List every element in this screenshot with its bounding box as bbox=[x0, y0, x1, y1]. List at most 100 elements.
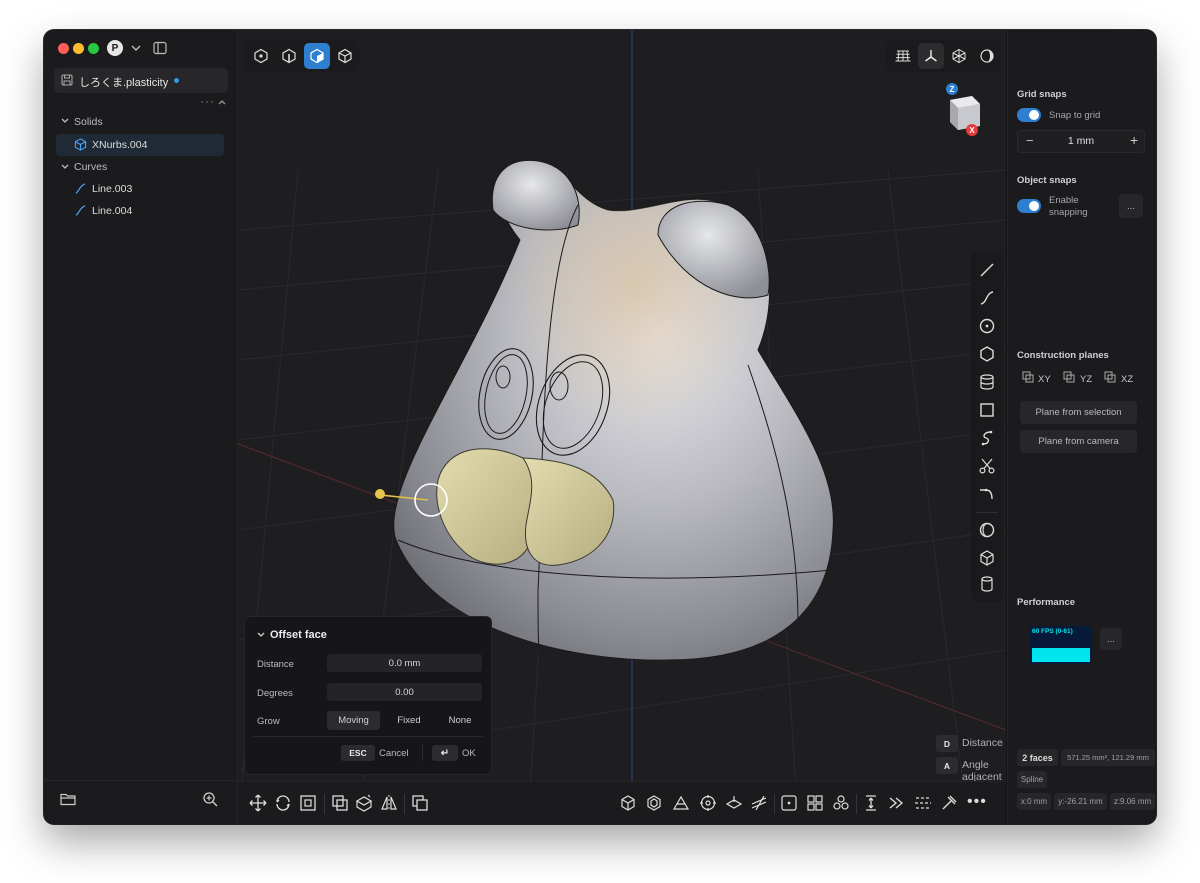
degrees-input[interactable]: 0.00 bbox=[327, 683, 482, 701]
fps-bar bbox=[1032, 648, 1090, 662]
performance-heading: Performance bbox=[1017, 597, 1076, 608]
polygon-tool-icon[interactable] bbox=[977, 344, 997, 364]
outliner-item-solid[interactable]: XNurbs.004 bbox=[56, 134, 224, 156]
folder-icon[interactable] bbox=[60, 792, 76, 806]
cylinder-solid-icon[interactable] bbox=[977, 574, 997, 594]
grow-label: Grow bbox=[257, 716, 280, 727]
fillet-curve-icon[interactable] bbox=[977, 484, 997, 504]
sphere-tool-icon[interactable] bbox=[977, 520, 997, 540]
duplicate-icon[interactable] bbox=[330, 793, 350, 813]
grow-fixed-option[interactable]: Fixed bbox=[384, 711, 434, 730]
performance-options-button[interactable]: ... bbox=[1100, 628, 1122, 650]
plane-xy-label[interactable]: XY bbox=[1038, 374, 1051, 385]
close-window-button[interactable] bbox=[58, 43, 69, 54]
plane-xz-label[interactable]: XZ bbox=[1121, 374, 1133, 385]
curve-tool-icon[interactable] bbox=[977, 288, 997, 308]
more-tools-icon[interactable]: ••• bbox=[967, 793, 987, 811]
revolve-icon[interactable] bbox=[698, 793, 718, 813]
grid-snaps-heading: Grid snaps bbox=[1017, 89, 1067, 100]
face-select-button[interactable] bbox=[304, 43, 330, 69]
measure-distance-icon[interactable] bbox=[861, 793, 881, 813]
spiral-curve-tool-icon[interactable] bbox=[977, 428, 997, 448]
move-icon[interactable] bbox=[248, 793, 268, 813]
viewcube-x-axis-label[interactable]: X bbox=[966, 124, 978, 136]
offset-face-icon[interactable] bbox=[724, 793, 744, 813]
divider bbox=[404, 794, 405, 814]
axes-toggle-button[interactable] bbox=[918, 43, 944, 69]
chevron-down-icon[interactable] bbox=[256, 631, 266, 639]
plane-from-camera-button[interactable]: Plane from camera bbox=[1020, 430, 1137, 453]
unsaved-dot-icon bbox=[174, 78, 179, 83]
curves-section-label[interactable]: Curves bbox=[74, 161, 107, 173]
fillet-edge-icon[interactable] bbox=[749, 793, 769, 813]
cube-outline-icon[interactable] bbox=[618, 793, 638, 813]
chevron-down-icon[interactable] bbox=[60, 163, 70, 171]
plane-yz-label[interactable]: YZ bbox=[1080, 374, 1092, 385]
scissors-icon[interactable] bbox=[977, 456, 997, 476]
grow-moving-option[interactable]: Moving bbox=[327, 711, 380, 730]
array-grid-icon[interactable] bbox=[805, 793, 825, 813]
enter-key[interactable]: ↵ bbox=[432, 745, 458, 761]
line-tool-icon[interactable] bbox=[977, 260, 997, 280]
enable-snapping-label: Enable snapping bbox=[1049, 195, 1088, 218]
collapse-up-icon[interactable] bbox=[217, 98, 227, 106]
chevrons-right-icon[interactable] bbox=[887, 793, 907, 813]
grow-none-option[interactable]: None bbox=[436, 711, 484, 730]
minimize-window-button[interactable] bbox=[73, 43, 84, 54]
viewcube-z-axis-label[interactable]: Z bbox=[946, 83, 958, 95]
grid-size-input[interactable]: 1 mm bbox=[1018, 135, 1144, 147]
solid-select-button[interactable] bbox=[332, 43, 358, 69]
xray-toggle-button[interactable] bbox=[946, 43, 972, 69]
split-icon[interactable] bbox=[913, 793, 933, 813]
enable-snapping-toggle[interactable] bbox=[1017, 199, 1041, 213]
circle-tool-icon[interactable] bbox=[977, 316, 997, 336]
cylinder-tool-icon[interactable] bbox=[977, 372, 997, 392]
profile-avatar[interactable]: P bbox=[107, 40, 123, 56]
rotate-icon[interactable] bbox=[273, 793, 293, 813]
select-box-icon[interactable] bbox=[779, 793, 799, 813]
app-window: P しろくま.plasticity ··· Solids XNurbs.004 … bbox=[44, 30, 1156, 824]
radial-array-icon[interactable] bbox=[831, 793, 851, 813]
rectangle-tool-icon[interactable] bbox=[977, 400, 997, 420]
scale-icon[interactable] bbox=[298, 793, 318, 813]
esc-key[interactable]: ESC bbox=[341, 745, 375, 761]
plane-from-selection-button[interactable]: Plane from selection bbox=[1020, 401, 1137, 424]
edge-select-button[interactable] bbox=[276, 43, 302, 69]
outliner-sidebar: P しろくま.plasticity ··· Solids XNurbs.004 … bbox=[44, 30, 238, 824]
bottom-toolbar: ••• bbox=[238, 781, 1006, 824]
shell-icon[interactable] bbox=[644, 793, 664, 813]
render-mode-button[interactable] bbox=[974, 43, 1000, 69]
hammer-icon[interactable] bbox=[939, 793, 959, 813]
distance-input[interactable]: 0.0 mm bbox=[327, 654, 482, 672]
snap-to-grid-toggle[interactable] bbox=[1017, 108, 1041, 122]
coordinate-z-badge: z:9.06 mm bbox=[1110, 793, 1155, 810]
boolean-union-icon[interactable] bbox=[410, 793, 430, 813]
extrude-icon[interactable] bbox=[354, 793, 374, 813]
zoom-in-icon[interactable] bbox=[202, 791, 218, 807]
grid-toggle-button[interactable] bbox=[890, 43, 916, 69]
shading-icon bbox=[980, 49, 994, 63]
increment-button[interactable]: + bbox=[1130, 132, 1138, 148]
plane-yz-icon[interactable] bbox=[1063, 371, 1075, 383]
solid-mode-icon bbox=[338, 48, 352, 64]
box-tool-icon[interactable] bbox=[977, 548, 997, 568]
mirror-icon[interactable] bbox=[379, 793, 399, 813]
maximize-window-button[interactable] bbox=[88, 43, 99, 54]
chevron-down-icon[interactable] bbox=[60, 117, 70, 125]
outliner-item-curve[interactable]: Line.003 bbox=[56, 178, 224, 200]
chevron-down-icon[interactable] bbox=[130, 43, 142, 53]
offset-face-dialog: Offset face Distance 0.0 mm Degrees 0.00… bbox=[244, 616, 492, 775]
sidebar-toggle-icon[interactable] bbox=[153, 41, 167, 55]
vertex-select-button[interactable] bbox=[248, 43, 274, 69]
cancel-button[interactable]: Cancel bbox=[379, 748, 409, 759]
plane-xy-icon[interactable] bbox=[1022, 371, 1034, 383]
snap-options-button[interactable]: ... bbox=[1119, 194, 1143, 218]
fps-readout: 60 FPS (0-61) bbox=[1032, 628, 1073, 635]
file-tab[interactable]: しろくま.plasticity bbox=[54, 68, 228, 93]
more-options-icon[interactable]: ··· bbox=[200, 94, 215, 108]
plane-xz-icon[interactable] bbox=[1104, 371, 1116, 383]
outliner-item-curve[interactable]: Line.004 bbox=[56, 200, 224, 222]
solids-section-label[interactable]: Solids bbox=[74, 116, 103, 128]
loft-icon[interactable] bbox=[671, 793, 691, 813]
ok-button[interactable]: OK bbox=[462, 748, 476, 759]
